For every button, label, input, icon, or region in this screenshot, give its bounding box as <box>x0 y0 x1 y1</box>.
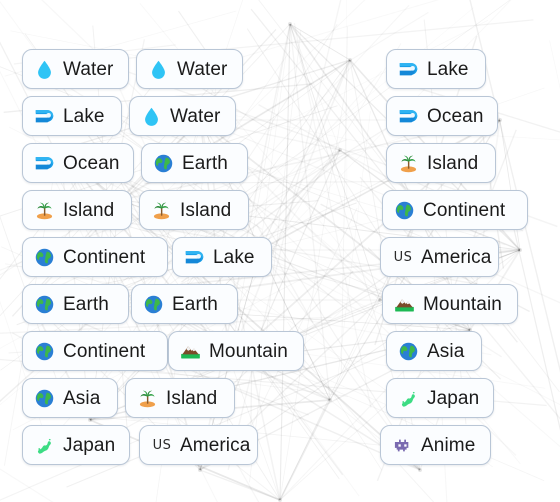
element-pill-lake[interactable]: Lake <box>22 96 122 136</box>
element-pill-lake[interactable]: Lake <box>386 49 486 89</box>
earth-globe-emoji <box>153 153 175 174</box>
element-pill-island[interactable]: Island <box>22 190 132 230</box>
element-pill-america[interactable]: US America <box>139 425 258 465</box>
element-pill-label: Lake <box>213 246 255 268</box>
element-pill-label: Lake <box>427 58 469 80</box>
element-pill-label: Mountain <box>209 340 288 362</box>
element-pill-label: Earth <box>172 293 218 315</box>
element-pill-label: Anime <box>421 434 476 456</box>
ocean-wave-emoji <box>34 106 56 127</box>
water-droplet-emoji <box>148 59 170 80</box>
element-pill-earth[interactable]: Earth <box>22 284 129 324</box>
element-pill-island[interactable]: Island <box>139 190 249 230</box>
element-pill-continent[interactable]: Continent <box>382 190 528 230</box>
element-pill-asia[interactable]: Asia <box>22 378 118 418</box>
element-pill-label: Japan <box>427 387 480 409</box>
element-pill-continent[interactable]: Continent <box>22 331 168 371</box>
element-pill-america[interactable]: US America <box>380 237 499 277</box>
element-pill-label: Earth <box>63 293 109 315</box>
earth-globe-emoji <box>34 247 56 268</box>
element-pill-label: America <box>421 246 492 268</box>
element-pill-japan[interactable]: Japan <box>22 425 130 465</box>
earth-globe-emoji <box>34 388 56 409</box>
element-pill-ocean[interactable]: Ocean <box>386 96 498 136</box>
element-pill-label: America <box>180 434 251 456</box>
element-pill-continent[interactable]: Continent <box>22 237 168 277</box>
element-pill-label: Island <box>166 387 218 409</box>
element-pill-earth[interactable]: Earth <box>131 284 238 324</box>
water-droplet-emoji <box>34 59 56 80</box>
ocean-wave-emoji <box>398 59 420 80</box>
desert-island-emoji <box>34 200 56 221</box>
us-flag-emoji: US <box>393 249 413 265</box>
element-pill-asia[interactable]: Asia <box>386 331 482 371</box>
crafting-board[interactable]: Water Water Lake Water Ocean Earth Island Islan… <box>0 0 560 502</box>
element-pill-island[interactable]: Island <box>125 378 235 418</box>
element-pill-label: Asia <box>427 340 465 362</box>
earth-globe-emoji <box>34 341 56 362</box>
ocean-wave-emoji <box>398 106 420 127</box>
element-pill-label: Continent <box>63 340 146 362</box>
alien-monster-emoji <box>392 435 414 456</box>
element-pill-japan[interactable]: Japan <box>386 378 494 418</box>
element-pill-label: Asia <box>63 387 101 409</box>
element-pill-water[interactable]: Water <box>22 49 129 89</box>
element-pill-mountain[interactable]: Mountain <box>382 284 518 324</box>
element-pill-label: Mountain <box>423 293 502 315</box>
element-pill-ocean[interactable]: Ocean <box>22 143 134 183</box>
element-pill-mountain[interactable]: Mountain <box>168 331 304 371</box>
element-pill-label: Ocean <box>427 105 484 127</box>
element-pill-label: Island <box>180 199 232 221</box>
japan-map-emoji <box>34 435 56 456</box>
element-pill-label: Water <box>177 58 228 80</box>
ocean-wave-emoji <box>184 247 206 268</box>
mountain-emoji <box>394 294 416 315</box>
desert-island-emoji <box>398 153 420 174</box>
element-pill-label: Water <box>170 105 221 127</box>
desert-island-emoji <box>137 388 159 409</box>
mountain-emoji <box>180 341 202 362</box>
element-pill-label: Japan <box>63 434 116 456</box>
element-pill-label: Lake <box>63 105 105 127</box>
element-pill-water[interactable]: Water <box>136 49 243 89</box>
earth-globe-emoji <box>34 294 56 315</box>
earth-globe-emoji <box>398 341 420 362</box>
element-pill-label: Continent <box>63 246 146 268</box>
element-pill-water[interactable]: Water <box>129 96 236 136</box>
element-pill-lake[interactable]: Lake <box>172 237 272 277</box>
element-pill-anime[interactable]: Anime <box>380 425 491 465</box>
element-pill-label: Continent <box>423 199 506 221</box>
earth-globe-emoji <box>394 200 416 221</box>
japan-map-emoji <box>398 388 420 409</box>
element-pill-label: Earth <box>182 152 228 174</box>
earth-globe-emoji <box>143 294 165 315</box>
element-pill-island[interactable]: Island <box>386 143 496 183</box>
element-pill-earth[interactable]: Earth <box>141 143 248 183</box>
element-pill-label: Island <box>63 199 115 221</box>
element-pill-label: Water <box>63 58 114 80</box>
element-pill-label: Island <box>427 152 479 174</box>
us-flag-emoji: US <box>152 437 172 453</box>
desert-island-emoji <box>151 200 173 221</box>
ocean-wave-emoji <box>34 153 56 174</box>
water-droplet-emoji <box>141 106 163 127</box>
element-pill-label: Ocean <box>63 152 120 174</box>
